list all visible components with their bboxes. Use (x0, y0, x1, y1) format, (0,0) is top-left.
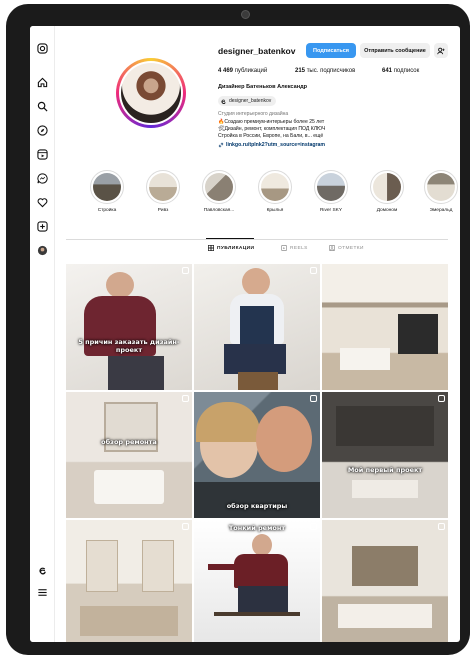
highlight-item[interactable]: Павловская... (200, 170, 238, 213)
reel-badge-icon (438, 523, 445, 530)
profile-avatar-icon[interactable] (36, 244, 48, 256)
notifications-icon[interactable] (36, 196, 48, 208)
search-icon[interactable] (36, 100, 48, 112)
link-icon (218, 142, 224, 148)
post-caption: Мой первый проект (347, 466, 423, 474)
grid-icon (208, 245, 214, 251)
highlight-cover (317, 173, 345, 201)
highlight-cover (205, 173, 233, 201)
highlight-item[interactable]: Ривз (144, 170, 182, 213)
person-figure (256, 406, 312, 472)
add-user-icon (437, 47, 445, 54)
bio-line-more[interactable]: Стройка в России, Европе, на Бали, в... … (218, 133, 323, 139)
tab-reels[interactable]: REELS (281, 245, 308, 251)
highlight-item[interactable]: Эмеральд (422, 170, 460, 213)
explore-icon[interactable] (36, 124, 48, 136)
post-tile[interactable] (66, 520, 192, 642)
post-tile[interactable] (322, 264, 448, 390)
bio-line: 🔥Создаю премиум-интерьеры более 25 лет (218, 119, 325, 125)
tablet-frame: designer_batenkov Подписаться Отправить … (6, 4, 470, 655)
followers-stat[interactable]: 215 тыс. подписчиков (295, 68, 355, 74)
person-figure (106, 272, 134, 298)
profile-main: designer_batenkov Подписаться Отправить … (54, 26, 460, 642)
following-stat[interactable]: 641 подписок (382, 68, 419, 74)
messages-icon[interactable] (36, 172, 48, 184)
highlight-label: Ривз (157, 208, 169, 213)
menu-icon[interactable] (36, 586, 48, 598)
active-tab-indicator (206, 238, 254, 239)
highlight-cover (93, 173, 121, 201)
tab-posts[interactable]: ПУБЛИКАЦИИ (208, 245, 254, 251)
home-icon[interactable] (36, 76, 48, 88)
camera-dot (241, 10, 250, 19)
highlight-item[interactable]: Стройка (88, 170, 126, 213)
threads-handle: designer_batenkov (229, 98, 272, 104)
post-tile[interactable] (194, 264, 320, 390)
sidebar (30, 26, 55, 642)
highlight-cover (373, 173, 401, 201)
suggest-users-button[interactable] (434, 43, 448, 58)
post-caption: 5 причин заказать дизайн-проект (78, 338, 180, 354)
highlight-label: Эмеральд (429, 208, 453, 213)
person-figure (242, 268, 270, 296)
screen: designer_batenkov Подписаться Отправить … (30, 26, 460, 642)
highlight-cover (261, 173, 289, 201)
username: designer_batenkov (218, 46, 296, 56)
person-figure (252, 534, 272, 556)
highlight-label: River SKY (319, 208, 343, 213)
tabs-divider (66, 239, 448, 240)
post-tile[interactable]: обзор ремонта (66, 392, 192, 518)
highlight-label: Домоном (376, 208, 398, 213)
full-name: Дизайнер Батеньков Александр (218, 84, 308, 90)
highlight-item[interactable]: River SKY (312, 170, 350, 213)
highlight-cover (149, 173, 177, 201)
category: Студия интерьерного дизайна (218, 111, 289, 117)
reel-badge-icon (310, 267, 317, 274)
reel-badge-icon (182, 395, 189, 402)
instagram-icon[interactable] (36, 42, 48, 54)
threads-icon[interactable] (36, 564, 48, 576)
post-tile[interactable] (322, 520, 448, 642)
highlight-cover (427, 173, 455, 201)
tagged-icon (329, 245, 335, 251)
highlight-item[interactable]: Домоном (368, 170, 406, 213)
threads-badge-icon (221, 99, 226, 104)
posts-stat: 4 469 публикаций (218, 68, 268, 74)
highlight-label: Крылья (266, 208, 284, 213)
highlight-label: Павловская... (203, 208, 235, 213)
reel-badge-icon (182, 267, 189, 274)
post-caption: обзор ремонта (101, 438, 157, 446)
post-tile[interactable]: 5 причин заказать дизайн-проект (66, 264, 192, 390)
reel-badge-icon (310, 395, 317, 402)
post-tile[interactable]: Мой первый проект (322, 392, 448, 518)
post-tile[interactable]: Тонкий ремонт (194, 520, 320, 642)
reels-icon[interactable] (36, 148, 48, 160)
highlight-item[interactable]: Крылья (256, 170, 294, 213)
post-caption: обзор квартиры (226, 502, 288, 510)
reel-badge-icon (182, 523, 189, 530)
avatar-photo (121, 63, 181, 123)
follow-button[interactable]: Подписаться (306, 43, 356, 58)
highlight-label: Стройка (97, 208, 117, 213)
message-button[interactable]: Отправить сообщение (360, 43, 430, 58)
post-caption: Тонкий ремонт (228, 524, 286, 532)
threads-badge[interactable]: designer_batenkov (218, 96, 277, 106)
profile-link[interactable]: linkgo.ru/tplnk2?utm_source=instagram (218, 142, 325, 148)
profile-avatar[interactable] (116, 58, 186, 128)
tab-tagged[interactable]: ОТМЕТКИ (329, 245, 364, 251)
bio-line: 🛠Дизайн, ремонт, комплектация ПОД КЛЮЧ (218, 126, 326, 132)
post-tile[interactable]: обзор квартиры (194, 392, 320, 518)
reels-tab-icon (281, 245, 287, 251)
reel-badge-icon (438, 395, 445, 402)
create-icon[interactable] (36, 220, 48, 232)
